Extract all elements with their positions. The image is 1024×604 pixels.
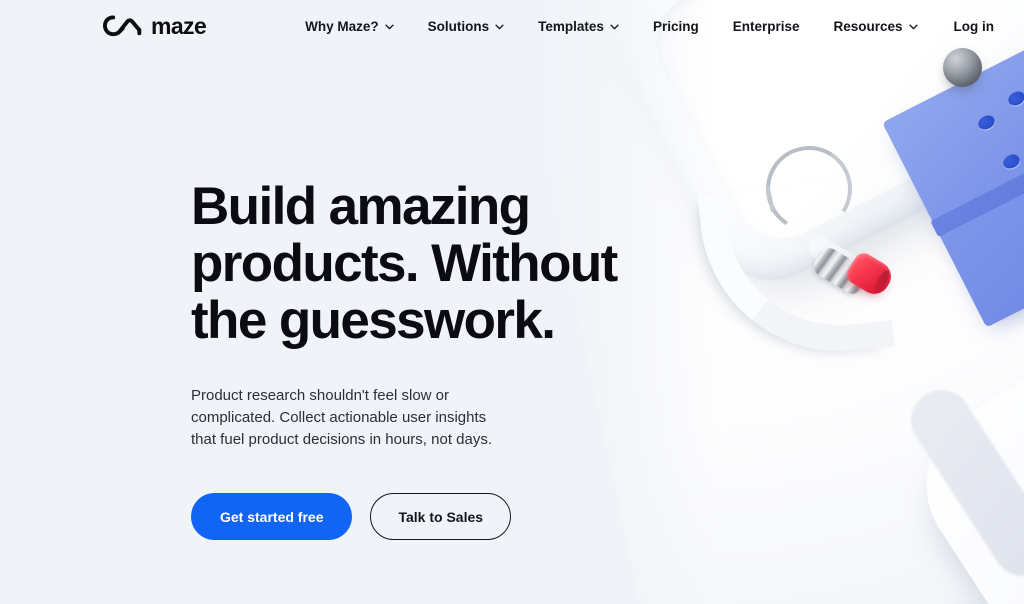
brand-name: maze xyxy=(151,13,207,39)
artwork-cable-segment xyxy=(804,232,874,286)
primary-navigation: Why Maze? Solutions Templates Pricing En… xyxy=(305,19,918,34)
artwork-pencil-ferrule xyxy=(809,243,873,299)
artwork-panel-dot xyxy=(975,112,998,133)
hero-subheading: Product research shouldn't feel slow or … xyxy=(191,387,493,448)
chevron-down-icon xyxy=(908,24,918,30)
chevron-down-icon xyxy=(385,24,394,30)
maze-logo-mark-icon xyxy=(103,14,142,40)
nav-item-label: Resources xyxy=(833,19,903,34)
artwork-wire-arc xyxy=(757,137,861,241)
artwork-blue-panel-edge xyxy=(930,84,1024,238)
nav-item-label: Enterprise xyxy=(732,19,800,34)
talk-to-sales-button[interactable]: Talk to Sales xyxy=(370,493,512,540)
artwork-panel-dot xyxy=(1005,88,1024,109)
nav-item-enterprise[interactable]: Enterprise xyxy=(733,19,800,34)
brand-logo-link[interactable]: maze xyxy=(103,13,207,40)
artwork-grey-sphere-knob xyxy=(943,48,982,87)
nav-item-templates[interactable]: Templates xyxy=(538,19,619,34)
nav-item-label: Solutions xyxy=(427,19,490,34)
artwork-red-eraser xyxy=(843,249,897,300)
nav-item-resources[interactable]: Resources xyxy=(833,19,918,34)
nav-item-solutions[interactable]: Solutions xyxy=(428,19,505,34)
login-link[interactable]: Log in xyxy=(954,19,995,34)
chevron-down-icon xyxy=(610,24,619,30)
nav-item-label: Pricing xyxy=(652,19,699,34)
site-header: maze Why Maze? Solutions Templates Prici… xyxy=(0,0,1024,53)
hero-cta-group: Get started free Talk to Sales xyxy=(191,493,711,540)
nav-item-label: Why Maze? xyxy=(305,19,379,34)
artwork-white-rounded-object-bottom xyxy=(896,298,1024,604)
page-title: Build amazing products. Without the gues… xyxy=(191,177,618,350)
chevron-down-icon xyxy=(495,24,504,30)
artwork-bottom-object-edge xyxy=(899,378,1024,588)
artwork-panel-dot xyxy=(1000,151,1023,172)
get-started-free-button[interactable]: Get started free xyxy=(191,493,353,540)
nav-item-label: Templates xyxy=(538,19,604,34)
nav-item-pricing[interactable]: Pricing xyxy=(653,19,699,34)
nav-item-why-maze[interactable]: Why Maze? xyxy=(305,19,394,34)
artwork-white-cable-tube xyxy=(697,177,895,365)
maze-landing-page: maze Why Maze? Solutions Templates Prici… xyxy=(0,0,1024,604)
hero-section: Build amazing products. Without the gues… xyxy=(191,178,711,540)
